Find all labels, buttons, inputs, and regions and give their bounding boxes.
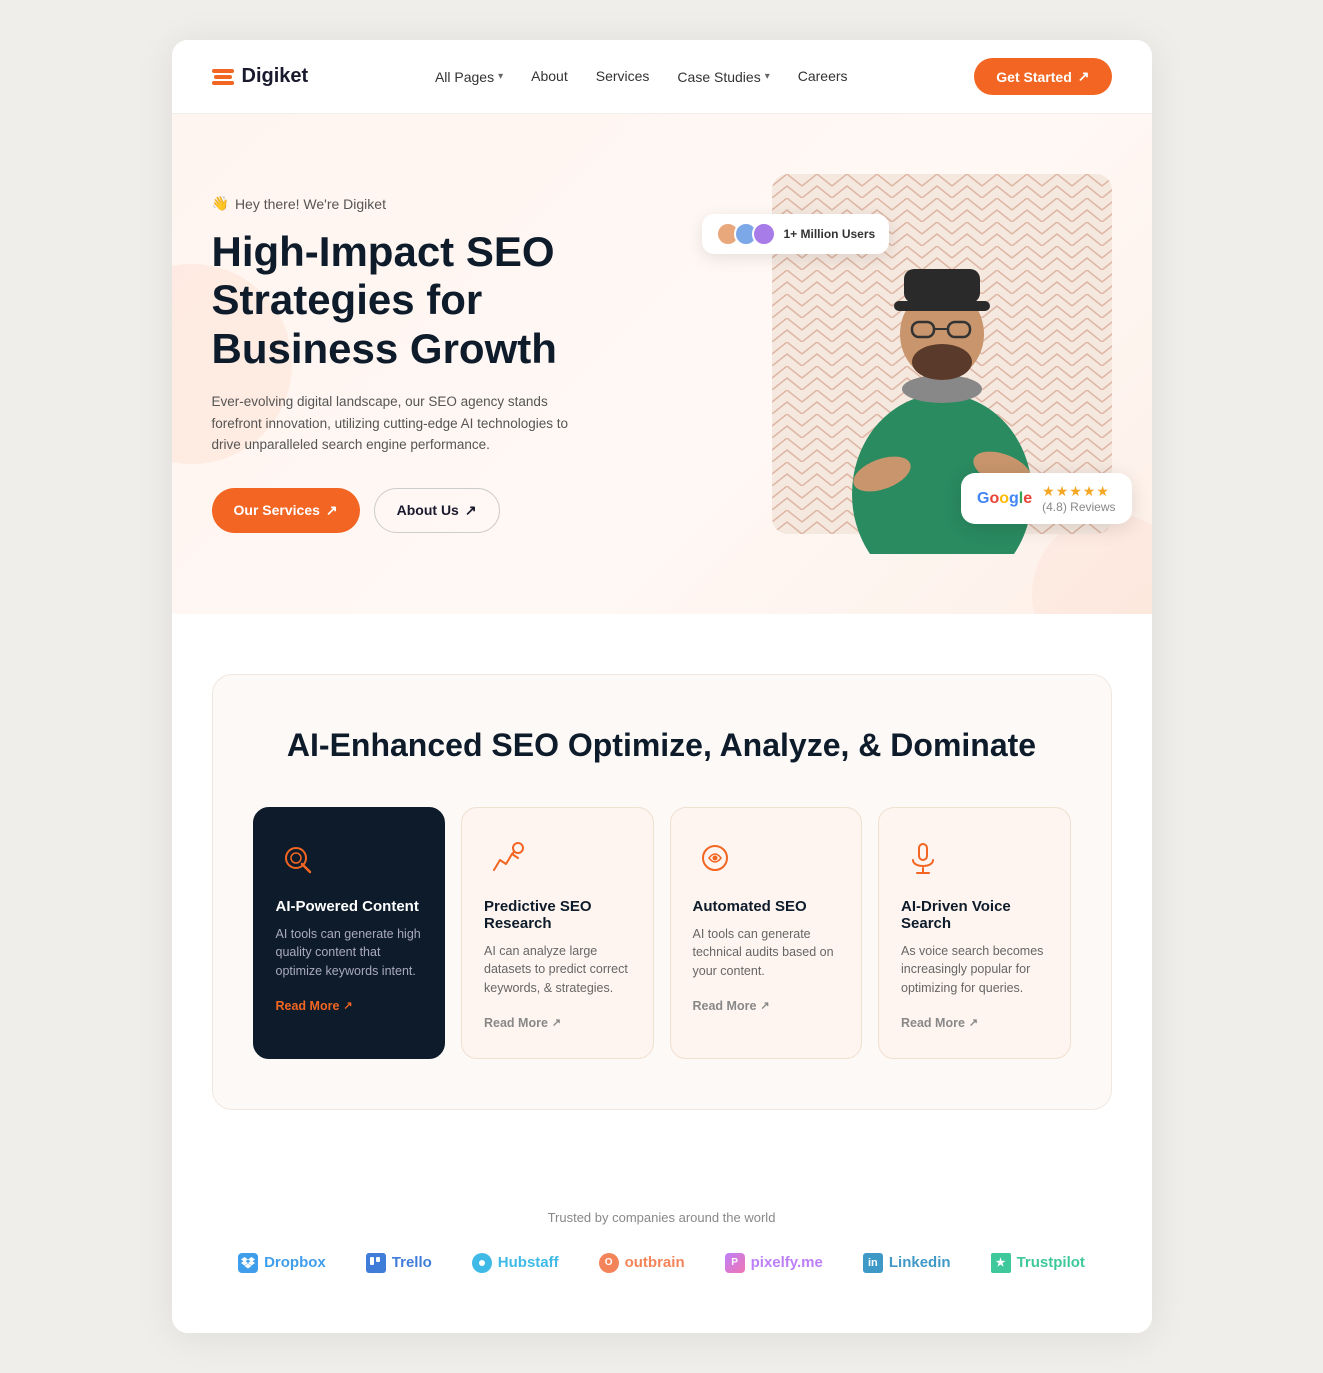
service-card-title-2: Automated SEO — [693, 898, 840, 915]
trello-label: Trello — [392, 1254, 432, 1271]
logo-icon — [212, 69, 234, 85]
brand-hubstaff: Hubstaff — [472, 1253, 559, 1273]
ai-content-icon — [276, 836, 320, 880]
our-services-button[interactable]: Our Services — [212, 488, 360, 533]
hero-buttons: Our Services About Us — [212, 488, 652, 533]
hero-section: 👋 Hey there! We're Digiket High-Impact S… — [172, 114, 1152, 614]
nav-link-casestudies[interactable]: Case Studies — [677, 69, 769, 85]
outbrain-label: outbrain — [625, 1254, 685, 1271]
cards-grid: AI-Powered Content AI tools can generate… — [253, 807, 1071, 1059]
avatar-3 — [752, 222, 776, 246]
nav-item-careers[interactable]: Careers — [798, 68, 848, 86]
logo[interactable]: Digiket — [212, 65, 309, 88]
linkedin-icon: in — [863, 1253, 883, 1273]
google-logo: Google — [977, 490, 1032, 508]
review-count: (4.8) Reviews — [1042, 500, 1115, 514]
services-card: AI-Enhanced SEO Optimize, Analyze, & Dom… — [212, 674, 1112, 1110]
hero-left: 👋 Hey there! We're Digiket High-Impact S… — [212, 195, 652, 533]
service-card-voice[interactable]: AI-Driven Voice Search As voice search b… — [878, 807, 1071, 1059]
automated-icon — [693, 836, 737, 880]
hubstaff-icon — [472, 1253, 492, 1273]
trustpilot-label: Trustpilot — [1017, 1254, 1085, 1271]
nav-link-careers[interactable]: Careers — [798, 68, 848, 84]
users-badge: 1+ Million Users — [702, 214, 890, 254]
hero-description: Ever-evolving digital landscape, our SEO… — [212, 391, 592, 456]
trello-icon — [366, 1253, 386, 1273]
linkedin-label: Linkedin — [889, 1254, 951, 1271]
read-more-0[interactable]: Read More — [276, 999, 423, 1013]
pixelfy-label: pixelfy.me — [751, 1254, 823, 1271]
brand-logo-row: Dropbox Trello Hubstaff O outbrain — [212, 1253, 1112, 1273]
outbrain-icon: O — [599, 1253, 619, 1273]
get-started-button[interactable]: Get Started — [974, 58, 1111, 95]
logo-text: Digiket — [242, 65, 309, 88]
brand-trello: Trello — [366, 1253, 432, 1273]
brand-trustpilot: ★ Trustpilot — [991, 1253, 1085, 1273]
voice-icon — [901, 836, 945, 880]
nav-link-allpages[interactable]: All Pages — [435, 69, 503, 85]
google-rating: ★★★★★ (4.8) Reviews — [1042, 483, 1115, 514]
nav-item-about[interactable]: About — [531, 68, 568, 86]
navbar: Digiket All Pages About Services Case St… — [172, 40, 1152, 114]
services-section: AI-Enhanced SEO Optimize, Analyze, & Dom… — [172, 614, 1152, 1170]
brand-outbrain: O outbrain — [599, 1253, 685, 1273]
section-title: AI-Enhanced SEO Optimize, Analyze, & Dom… — [253, 725, 1071, 767]
users-badge-text: 1+ Million Users — [784, 227, 876, 241]
service-card-desc-0: AI tools can generate high quality conte… — [276, 925, 423, 981]
hero-tag-emoji: 👋 — [212, 195, 229, 212]
trusted-title: Trusted by companies around the world — [212, 1210, 1112, 1225]
service-card-automated[interactable]: Automated SEO AI tools can generate tech… — [670, 807, 863, 1059]
service-card-predictive[interactable]: Predictive SEO Research AI can analyze l… — [461, 807, 654, 1059]
read-more-3[interactable]: Read More — [901, 1016, 1048, 1030]
nav-item-allpages[interactable]: All Pages — [435, 69, 503, 85]
hero-tag: 👋 Hey there! We're Digiket — [212, 195, 652, 212]
avatar-group — [716, 222, 776, 246]
service-card-desc-3: As voice search becomes increasingly pop… — [901, 942, 1048, 998]
service-card-desc-2: AI tools can generate technical audits b… — [693, 925, 840, 981]
page-wrapper: Digiket All Pages About Services Case St… — [172, 40, 1152, 1333]
dropbox-icon — [238, 1253, 258, 1273]
nav-link-services[interactable]: Services — [596, 68, 650, 84]
read-more-2[interactable]: Read More — [693, 999, 840, 1013]
nav-item-casestudies[interactable]: Case Studies — [677, 69, 769, 85]
trustpilot-icon: ★ — [991, 1253, 1011, 1273]
star-rating: ★★★★★ — [1042, 483, 1115, 500]
about-us-button[interactable]: About Us — [374, 488, 500, 533]
nav-item-services[interactable]: Services — [596, 68, 650, 86]
hero-right: 1+ Million Users Google ★★★★★ (4.8) Revi… — [712, 174, 1112, 554]
brand-dropbox: Dropbox — [238, 1253, 326, 1273]
read-more-1[interactable]: Read More — [484, 1016, 631, 1030]
predictive-icon — [484, 836, 528, 880]
hubstaff-label: Hubstaff — [498, 1254, 559, 1271]
nav-link-about[interactable]: About — [531, 68, 568, 84]
hero-title: High-Impact SEO Strategies for Business … — [212, 228, 652, 373]
service-card-title-3: AI-Driven Voice Search — [901, 898, 1048, 932]
dropbox-label: Dropbox — [264, 1254, 326, 1271]
service-card-desc-1: AI can analyze large datasets to predict… — [484, 942, 631, 998]
service-card-title-0: AI-Powered Content — [276, 898, 423, 915]
service-card-title-1: Predictive SEO Research — [484, 898, 631, 932]
google-badge: Google ★★★★★ (4.8) Reviews — [961, 473, 1132, 524]
trusted-section: Trusted by companies around the world Dr… — [172, 1170, 1152, 1333]
brand-linkedin: in Linkedin — [863, 1253, 951, 1273]
brand-pixelfy: P pixelfy.me — [725, 1253, 823, 1273]
service-card-ai-content[interactable]: AI-Powered Content AI tools can generate… — [253, 807, 446, 1059]
nav-links: All Pages About Services Case Studies Ca… — [435, 68, 848, 86]
hero-tag-text: Hey there! We're Digiket — [235, 196, 386, 212]
pixelfy-icon: P — [725, 1253, 745, 1273]
